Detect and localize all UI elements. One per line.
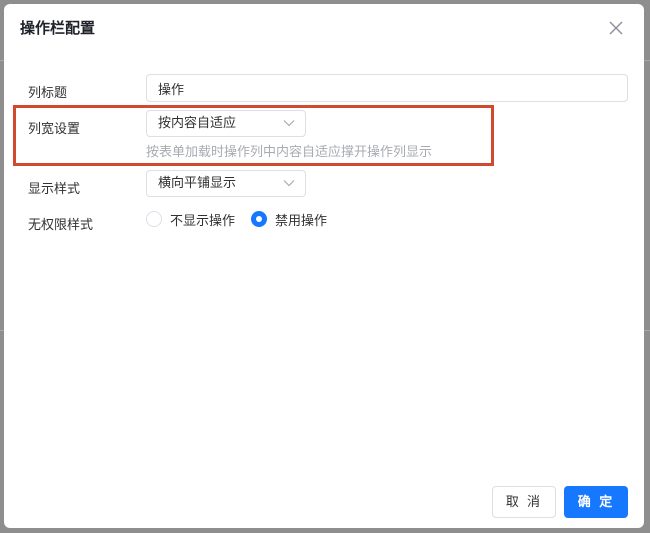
radio-circle-unchecked (146, 211, 162, 227)
column-config-dialog: 操作栏配置 列标题 列宽设置 按内容自适应 按表单加载时操作列中内容自适应撑开操… (4, 4, 644, 528)
close-icon (608, 20, 624, 36)
radio-hide-action-label: 不显示操作 (170, 214, 236, 229)
dialog-title: 操作栏配置 (20, 19, 96, 37)
radio-circle-checked (251, 211, 267, 227)
column-width-label: 列宽设置 (28, 122, 81, 137)
confirm-button[interactable]: 确 定 (564, 486, 628, 518)
radio-disable-action-label: 禁用操作 (275, 214, 328, 229)
display-style-select-value: 横向平铺显示 (158, 176, 237, 191)
column-width-select[interactable]: 按内容自适应 (146, 110, 306, 137)
column-title-label: 列标题 (28, 86, 68, 101)
cancel-button[interactable]: 取 消 (492, 486, 556, 518)
column-title-input[interactable] (146, 74, 628, 102)
display-style-select[interactable]: 横向平铺显示 (146, 170, 306, 197)
chevron-down-icon (283, 119, 295, 127)
radio-disable-action[interactable]: 禁用操作 (251, 211, 331, 229)
radio-hide-action[interactable]: 不显示操作 (146, 211, 238, 229)
column-width-hint: 按表单加载时操作列中内容自适应撑开操作列显示 (146, 145, 433, 160)
chevron-down-icon (283, 179, 295, 187)
no-permission-style-label: 无权限样式 (28, 218, 94, 233)
close-button[interactable] (608, 20, 624, 36)
display-style-label: 显示样式 (28, 182, 81, 197)
column-width-select-value: 按内容自适应 (158, 116, 237, 131)
